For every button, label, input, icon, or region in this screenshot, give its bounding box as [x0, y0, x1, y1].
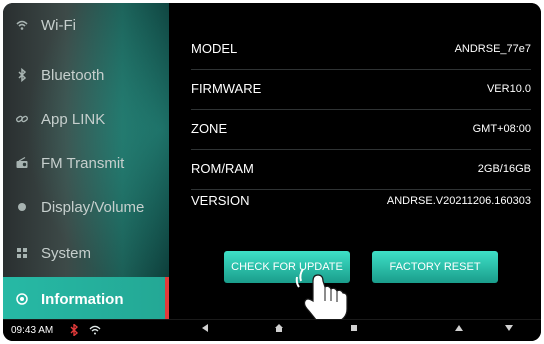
back-icon[interactable] [197, 323, 213, 339]
bluetooth-icon [69, 323, 79, 339]
display-icon [15, 200, 29, 214]
recents-icon[interactable] [346, 323, 362, 339]
sidebar-item-label: FM Transmit [41, 154, 125, 172]
volume-up-icon[interactable] [501, 323, 517, 339]
sidebar-item-label: App LINK [41, 110, 106, 128]
info-row-zone: ZONE GMT+08:00 [191, 109, 531, 150]
system-bar: 09:43 AM [3, 319, 541, 341]
clock: 09:43 AM [11, 325, 54, 336]
home-icon[interactable] [271, 323, 287, 339]
device-screen: Wi-Fi Bluetooth App LINK FM Transmit Dis [3, 3, 541, 341]
sidebar-item-system[interactable]: System [3, 231, 169, 275]
info-key: ROM/RAM [191, 161, 254, 176]
bluetooth-icon [15, 67, 29, 83]
sidebar-item-label: System [41, 244, 92, 262]
sidebar-item-label: Bluetooth [41, 66, 105, 84]
info-value: 2GB/16GB [477, 163, 531, 175]
sidebar-item-fm-transmit[interactable]: FM Transmit [3, 141, 169, 185]
sidebar-item-display-volume[interactable]: Display/Volume [3, 185, 169, 229]
info-key: ZONE [191, 121, 228, 136]
sidebar-item-label: Information [41, 290, 124, 308]
info-key: FIRMWARE [191, 81, 262, 96]
sidebar-item-wifi[interactable]: Wi-Fi [3, 3, 169, 47]
tap-hand-icon [295, 268, 348, 325]
info-key: VERSION [191, 193, 250, 208]
settings-sidebar: Wi-Fi Bluetooth App LINK FM Transmit Dis [3, 3, 169, 319]
wifi-icon [15, 18, 29, 32]
info-icon [15, 292, 29, 306]
wifi-icon [89, 324, 101, 339]
system-icon [15, 246, 29, 260]
info-value: ANDRSE.V20211206.160303 [386, 195, 531, 207]
sidebar-item-app-link[interactable]: App LINK [3, 97, 169, 141]
link-icon [15, 112, 29, 126]
info-row-model: MODEL ANDRSE_77e7 [191, 29, 531, 70]
sidebar-item-information[interactable]: Information [3, 277, 169, 319]
info-key: MODEL [191, 41, 238, 56]
sidebar-item-label: Display/Volume [41, 198, 145, 216]
information-panel: MODEL ANDRSE_77e7 FIRMWARE VER10.0 ZONE … [169, 3, 541, 319]
info-value: GMT+08:00 [472, 123, 531, 135]
sidebar-item-bluetooth[interactable]: Bluetooth [3, 53, 169, 97]
volume-down-icon[interactable] [451, 323, 467, 339]
factory-reset-button[interactable]: FACTORY RESET [372, 251, 498, 283]
info-row-version: VERSION ANDRSE.V20211206.160303 [191, 181, 531, 221]
info-value: VER10.0 [486, 83, 531, 95]
info-value: ANDRSE_77e7 [454, 43, 531, 55]
radio-icon [15, 156, 29, 170]
info-row-firmware: FIRMWARE VER10.0 [191, 69, 531, 110]
sidebar-item-label: Wi-Fi [41, 16, 76, 34]
